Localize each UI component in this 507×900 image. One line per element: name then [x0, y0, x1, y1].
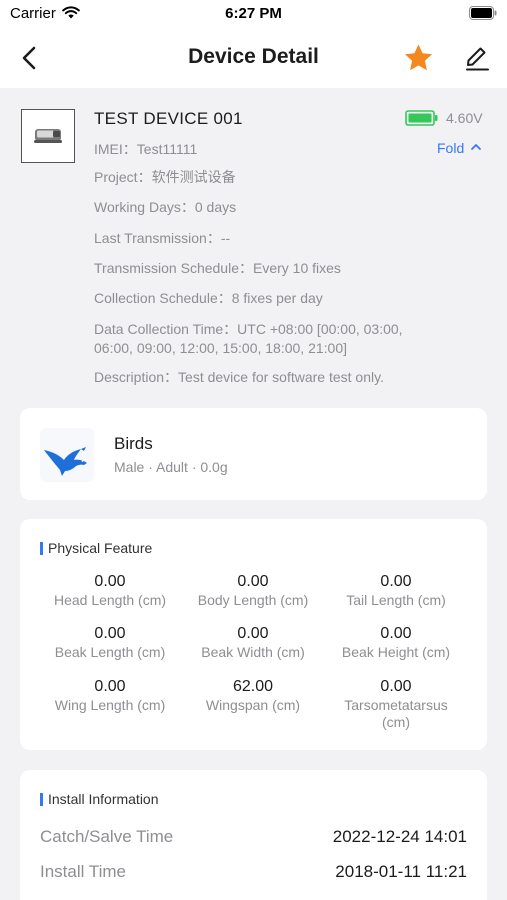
battery-icon	[469, 6, 497, 25]
install-information-card: Install Information Catch/Salve Time 202…	[20, 770, 487, 900]
metric-beak-height: 0.00 Beak Height (cm)	[324, 624, 468, 661]
chevron-up-icon	[471, 144, 482, 150]
install-time-label: Install Time	[40, 862, 126, 881]
metric-label: Wingspan (cm)	[205, 697, 301, 713]
metric-value: 0.00	[94, 625, 126, 642]
metric-label: Beak Width (cm)	[201, 644, 305, 660]
status-bar: Carrier 6:27 PM	[0, 0, 507, 28]
metric-value: 0.00	[94, 678, 126, 695]
install-time-value: 2018-01-11 11:21	[335, 862, 467, 881]
metric-beak-width: 0.00 Beak Width (cm)	[181, 624, 325, 661]
metric-label: Head Length (cm)	[53, 592, 167, 608]
animal-name: Birds	[114, 434, 153, 453]
physical-feature-title: Physical Feature	[40, 540, 152, 556]
metric-value: 0.00	[380, 625, 412, 642]
metric-label: Wing Length (cm)	[54, 697, 166, 713]
edit-icon[interactable]	[463, 44, 491, 77]
device-voltage: 4.60V	[446, 110, 483, 126]
metric-label-line-1: Tarsometatarsus	[344, 697, 448, 713]
device-name: TEST DEVICE 001	[94, 109, 243, 128]
device-imei: IMEI：Test11111	[94, 141, 198, 157]
physical-feature-card: Physical Feature 0.00 Head Length (cm) 0…	[20, 519, 487, 750]
device-info-section: TEST DEVICE 001 4.60V Fold IMEI：Test1111…	[0, 88, 507, 400]
metric-value: 0.00	[380, 678, 412, 695]
device-collection-schedule: Collection Schedule：8 fixes per day	[94, 290, 323, 306]
animal-card[interactable]: Birds Male · Adult · 0.0g	[20, 408, 487, 500]
device-project: Project：软件测试设备	[94, 169, 236, 185]
metric-label: Beak Height (cm)	[341, 644, 451, 660]
metric-wing-length: 0.00 Wing Length (cm)	[38, 677, 182, 714]
animal-details: Male · Adult · 0.0g	[114, 459, 228, 475]
metric-label: Tarsometatarsus (cm)	[324, 697, 468, 731]
device-transmission-schedule: Transmission Schedule：Every 10 fixes	[94, 260, 341, 276]
metric-wingspan: 62.00 Wingspan (cm)	[181, 677, 325, 714]
metric-body-length: 0.00 Body Length (cm)	[181, 572, 325, 609]
metric-value: 0.00	[237, 573, 269, 590]
device-data-collection-time: Data Collection Time：UTC +08:00 [00:00, …	[94, 320, 403, 358]
fold-toggle[interactable]: Fold	[437, 140, 482, 156]
device-icon	[21, 109, 75, 163]
metric-value: 0.00	[94, 573, 126, 590]
catch-time-label: Catch/Salve Time	[40, 827, 174, 846]
device-description: Description：Test device for software tes…	[94, 369, 384, 385]
catch-time-value: 2022-12-24 14:01	[332, 827, 467, 846]
metric-value: 0.00	[237, 625, 269, 642]
device-working-days: Working Days：0 days	[94, 199, 237, 215]
metric-value: 0.00	[380, 573, 412, 590]
metric-label-line-2: (cm)	[382, 714, 410, 730]
metric-label: Tail Length (cm)	[346, 592, 446, 608]
data-collection-time-line-2: 06:00, 09:00, 12:00, 15:00, 18:00, 21:00…	[94, 340, 347, 356]
star-icon[interactable]	[403, 43, 434, 78]
metric-head-length: 0.00 Head Length (cm)	[38, 572, 182, 609]
metric-beak-length: 0.00 Beak Length (cm)	[38, 624, 182, 661]
metric-tarsometatarsus: 0.00 Tarsometatarsus (cm)	[324, 677, 468, 731]
fold-label: Fold	[437, 140, 465, 156]
data-collection-time-line-1: Data Collection Time：UTC +08:00 [00:00, …	[94, 321, 403, 337]
install-information-title: Install Information	[40, 791, 159, 807]
battery-level-icon	[405, 110, 438, 131]
bird-icon	[40, 428, 94, 482]
metric-tail-length: 0.00 Tail Length (cm)	[324, 572, 468, 609]
navigation-bar: Device Detail	[0, 28, 507, 88]
status-time: 6:27 PM	[225, 5, 282, 22]
metric-value: 62.00	[232, 678, 274, 695]
metric-label: Body Length (cm)	[197, 592, 309, 608]
metric-label: Beak Length (cm)	[54, 644, 166, 660]
device-last-transmission: Last Transmission：--	[94, 230, 231, 246]
